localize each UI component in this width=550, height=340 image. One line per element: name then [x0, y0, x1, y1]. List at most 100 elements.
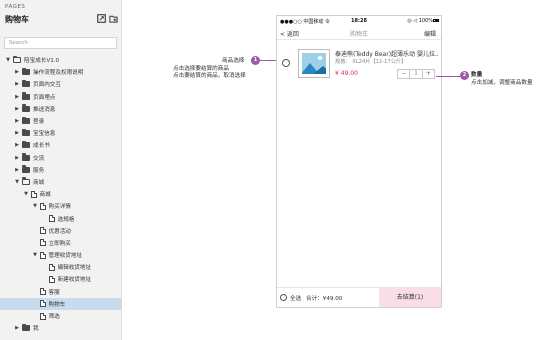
increase-button[interactable]: + [423, 70, 434, 78]
caret-down-icon[interactable]: ▼ [32, 203, 38, 209]
tree-item[interactable]: ▶ 登录 [0, 115, 121, 127]
tree-item-label: 购物车 [48, 301, 66, 308]
page-icon [49, 275, 55, 283]
tree-item[interactable]: ▼ 管理收货地址 [0, 249, 121, 261]
annotation-marker-1[interactable]: 1 [251, 56, 260, 65]
select-note-title: 商品选择 [222, 58, 245, 64]
folder-icon [22, 153, 30, 161]
tree-item[interactable]: ▶ 我 [0, 322, 121, 334]
page-icon [40, 239, 46, 247]
tree-item-label: 客服 [48, 289, 60, 296]
edit-button[interactable]: 编辑 [424, 29, 436, 38]
image-placeholder-icon [302, 53, 326, 74]
tree-item[interactable]: ▶ 服务 [0, 164, 121, 176]
select-all-label[interactable]: 全选 [290, 294, 301, 302]
tree-item-label: 立即购买 [48, 240, 71, 247]
select-all-radio[interactable] [280, 294, 287, 301]
checkout-button[interactable]: 去结算(1) [379, 288, 441, 307]
tree-item-label: 筛选 [48, 314, 60, 321]
pages-label: PAGES [5, 4, 26, 10]
tree-item-label: 管理收货地址 [48, 253, 83, 260]
caret-right-icon[interactable]: ▶ [14, 106, 20, 112]
tree-item-label: 页面内交互 [33, 82, 61, 89]
tree-item[interactable]: ▶ 成长书 [0, 139, 121, 151]
tree-item[interactable]: ▶编辑收货地址 [0, 261, 121, 273]
page-icon [40, 251, 46, 259]
phone-prototype: ●●●○○ 中国移动 令 18:28 ◎ ◁ 100% < 返回 购物车 编辑 … [276, 15, 442, 308]
caret-right-icon[interactable]: ▶ [14, 81, 20, 87]
page-icon [31, 190, 37, 198]
caret-right-icon[interactable]: ▶ [14, 118, 20, 124]
tree-item[interactable]: ▼ 商城 [0, 176, 121, 188]
caret-right-icon[interactable]: ▶ [14, 142, 20, 148]
page-icon [40, 288, 46, 296]
tree-item-label: 交流 [33, 155, 45, 162]
caret-right-icon[interactable]: ▶ [14, 130, 20, 136]
folder-icon [22, 177, 30, 185]
search-input[interactable] [4, 37, 117, 49]
product-spec: 规格： XL24片【12-17公斤】 [335, 59, 407, 65]
tree-item[interactable]: ▶立即购买 [0, 237, 121, 249]
tree-item-label: 陪宝成长V1.0 [24, 58, 60, 65]
tree-item[interactable]: ▼ 陪宝成长V1.0 [0, 54, 121, 66]
tree-item[interactable]: ▶ 操作流程及权限说明 [0, 66, 121, 78]
caret-right-icon[interactable]: ▶ [14, 155, 20, 161]
tree-item[interactable]: ▶ 宝宝信息 [0, 127, 121, 139]
tree-item[interactable]: ▶ 交流 [0, 152, 121, 164]
add-folder-icon[interactable] [109, 14, 118, 23]
caret-down-icon[interactable]: ▼ [32, 252, 38, 258]
tree-item-label: 推送消息 [33, 106, 56, 113]
battery-text: ◎ ◁ 100% [407, 17, 433, 24]
tree-item[interactable]: ▶购物车 [0, 297, 121, 310]
caret-right-icon[interactable]: ▶ [14, 69, 20, 75]
status-bar: ●●●○○ 中国移动 令 18:28 ◎ ◁ 100% [277, 16, 441, 25]
item-select-radio[interactable] [282, 59, 290, 67]
select-note-line-2: 点击要结算的商品，取消选择 [173, 73, 246, 79]
tree-item[interactable]: ▶客服 [0, 286, 121, 298]
tree-item[interactable]: ▼ 商城 [0, 188, 121, 200]
cart-footer: 全选 合计：¥49.00 去结算(1) [277, 287, 441, 307]
tree-item[interactable]: ▶ 页面内交互 [0, 78, 121, 90]
caret-right-icon[interactable]: ▶ [14, 325, 20, 331]
page-icon [40, 202, 46, 210]
page-icon [40, 312, 46, 320]
tree-item[interactable]: ▶ 推送消息 [0, 103, 121, 115]
add-page-icon[interactable] [97, 14, 106, 23]
page-icon [49, 263, 55, 271]
tree-item-label: 优惠活动 [48, 228, 71, 235]
tree-item[interactable]: ▶筛选 [0, 310, 121, 322]
tree-item-label: 商城 [33, 179, 45, 186]
product-price: ¥ 49.00 [335, 70, 358, 77]
select-note-line-1: 点击选择要结算的商品 [173, 66, 229, 72]
tree-item-label: 编辑收货地址 [57, 265, 92, 272]
folder-icon [22, 140, 30, 149]
caret-right-icon[interactable]: ▶ [14, 167, 20, 173]
product-image[interactable] [298, 49, 330, 78]
page-icon [40, 227, 46, 235]
annotation-line-2 [436, 76, 460, 77]
decrease-button[interactable]: − [398, 70, 409, 78]
caret-down-icon[interactable]: ▼ [5, 57, 11, 63]
page-title: 购物车 [5, 15, 29, 24]
tree-item-label: 宝宝信息 [33, 131, 56, 138]
annotation-marker-2[interactable]: 2 [460, 71, 469, 80]
tree-item[interactable]: ▶ 页面埋点 [0, 91, 121, 103]
page-icon [40, 300, 46, 308]
quantity-stepper: − 1 + [397, 69, 435, 79]
tree-item[interactable]: ▶选规格 [0, 212, 121, 224]
tree-item[interactable]: ▶新建收货地址 [0, 273, 121, 285]
tree-item[interactable]: ▼ 购买详情 [0, 200, 121, 212]
caret-down-icon[interactable]: ▼ [14, 179, 20, 185]
tree-item-label: 登录 [33, 119, 45, 126]
folder-icon [22, 92, 30, 100]
total-amount: 合计：¥49.00 [306, 296, 343, 302]
tree-item[interactable]: ▶优惠活动 [0, 225, 121, 237]
quantity-value[interactable]: 1 [409, 70, 423, 78]
caret-down-icon[interactable]: ▼ [23, 191, 29, 197]
caret-right-icon[interactable]: ▶ [14, 94, 20, 100]
product-name[interactable]: 泰迪熊(Teddy Bear)超薄乐动 婴儿拉... [335, 49, 439, 58]
page-tree: ▼ 陪宝成长V1.0 ▶ 操作流程及权限说明 ▶ 页面内交互 ▶ 页面埋点 ▶ 推送消息 ▶ 登录 ▶ 宝… [0, 54, 121, 334]
tree-item-label: 我 [33, 326, 39, 333]
tree-item-label: 商城 [39, 192, 51, 199]
folder-icon [22, 104, 30, 112]
